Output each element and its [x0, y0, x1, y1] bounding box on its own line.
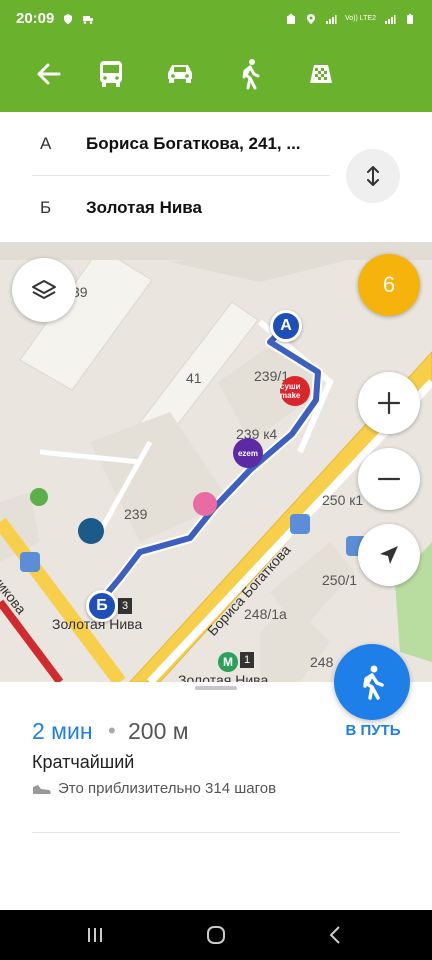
route-summary-sheet: В ПУТЬ 2 мин • 200 м Кратчайший Это приб… [0, 644, 432, 910]
go-button[interactable] [334, 644, 410, 720]
go-button-label[interactable]: В ПУТЬ [340, 722, 406, 739]
zoom-in-button[interactable] [358, 372, 420, 434]
route-separator: • [108, 718, 116, 743]
navigation-arrow-icon [380, 546, 398, 564]
map-layers-button[interactable] [12, 258, 76, 322]
metro-label-zolotaya-niva: Золотая Нива [178, 672, 269, 682]
point-a-address: Бориса Богаткова, 241, ... [86, 133, 301, 153]
poi-shop-icon[interactable] [30, 488, 48, 506]
route-point-a-pin[interactable]: А [270, 310, 302, 342]
status-bar: 20:09 Vo)) LTE2 [0, 0, 432, 36]
route-steps: Это приблизительно 314 шагов [32, 780, 276, 797]
divider [32, 832, 400, 833]
walk-icon [242, 59, 260, 90]
chevron-left-icon [329, 926, 340, 944]
mode-walk-button[interactable] [228, 52, 272, 96]
point-b-address: Золотая Нива [86, 198, 202, 217]
shoe-icon [33, 784, 51, 794]
point-a-letter: А [40, 133, 52, 153]
recents-icon [88, 928, 102, 942]
status-time: 20:09 [16, 9, 55, 27]
point-a-field[interactable]: А Бориса Богаткова, 241, ... [32, 112, 330, 176]
map-view[interactable]: 39 41 239/1 239 к4 239 250 к1 250/1 248/… [0, 242, 432, 682]
recents-button[interactable] [83, 923, 107, 947]
location-icon [305, 12, 317, 24]
poi-store[interactable]: ezem [233, 438, 263, 468]
poi-bank-icon[interactable] [78, 518, 104, 544]
network-label: Vo)) LTE2 [345, 14, 376, 22]
plus-icon [377, 391, 401, 415]
shield-icon [62, 12, 74, 24]
poi-store-label: ezem [237, 448, 258, 458]
building-label-248-1a: 248/1а [244, 606, 287, 622]
sheet-drag-handle[interactable] [195, 686, 237, 690]
alarm-icon [285, 12, 297, 24]
car-icon [168, 65, 192, 83]
route-form: А Бориса Богаткова, 241, ... Б Золотая Н… [0, 112, 432, 242]
building-label-248: 248 [310, 654, 334, 670]
route-steps-text: Это приблизительно 314 шагов [58, 780, 277, 797]
metro-icon[interactable]: М [218, 652, 238, 672]
my-location-button[interactable] [358, 524, 420, 586]
walk-icon [363, 665, 384, 700]
system-nav-bar [0, 910, 432, 960]
route-point-b-pin[interactable]: Б [86, 590, 118, 622]
stop-route-tag: 3 [118, 598, 132, 614]
bus-icon [100, 61, 122, 87]
battery-icon [404, 12, 416, 24]
signal-icon [325, 12, 337, 24]
home-button[interactable] [204, 923, 228, 947]
layers-icon [32, 280, 56, 299]
swap-points-button[interactable] [346, 149, 400, 203]
poi-sushi-make[interactable]: суши make [280, 376, 310, 406]
back-button[interactable] [27, 52, 71, 96]
mode-bus-button[interactable] [89, 52, 133, 96]
bus-stop-icon-2[interactable] [20, 552, 40, 572]
metro-line-tag: 1 [240, 652, 254, 668]
mode-taxi-button[interactable] [299, 52, 343, 96]
building-label-250: 250 к1 [322, 492, 364, 508]
traffic-level-button[interactable]: 6 [358, 254, 420, 316]
poi-heart-icon[interactable] [193, 492, 217, 516]
point-b-field[interactable]: Б Золотая Нива [32, 176, 330, 240]
bus-stop-icon[interactable] [290, 514, 310, 534]
arrow-left-icon [37, 63, 61, 85]
route-duration: 2 мин [32, 718, 93, 744]
building-label-41: 41 [186, 370, 202, 386]
taxi-icon [310, 65, 332, 83]
home-icon [207, 926, 225, 944]
route-distance: 200 м [128, 718, 189, 744]
transport-mode-bar [0, 36, 432, 112]
point-b-letter: Б [40, 198, 52, 217]
zoom-out-button[interactable] [358, 448, 420, 510]
swap-vertical-icon [367, 166, 379, 186]
building-label-239: 239 [124, 506, 148, 522]
poi-sushi-label: суши make [280, 382, 301, 400]
truck-icon [82, 12, 94, 24]
minus-icon [377, 477, 401, 481]
route-type: Кратчайший [32, 752, 135, 772]
back-nav-button[interactable] [324, 923, 348, 947]
building-label-250-1: 250/1 [322, 572, 358, 588]
mode-car-button[interactable] [158, 52, 202, 96]
signal-icon-2 [384, 12, 396, 24]
